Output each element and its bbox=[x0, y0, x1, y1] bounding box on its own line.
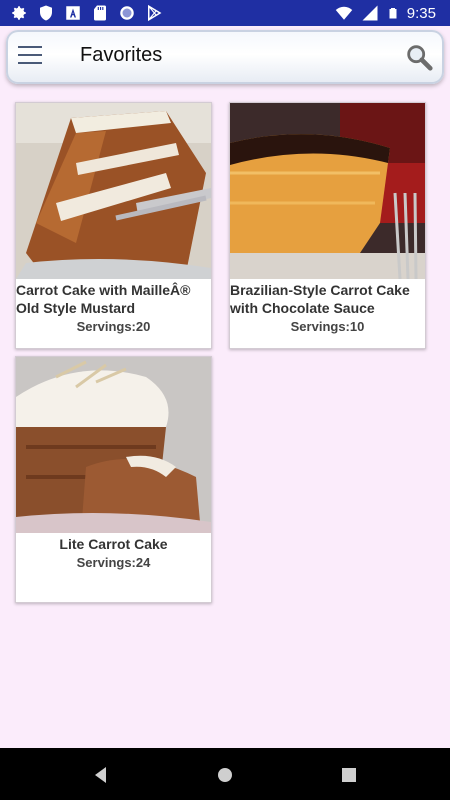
app-bar: Favorites bbox=[6, 30, 444, 84]
home-icon[interactable] bbox=[214, 764, 236, 786]
hamburger-menu-icon[interactable] bbox=[18, 46, 42, 66]
carrot-cake-slice-photo bbox=[16, 103, 211, 279]
clock: 9:35 bbox=[406, 4, 436, 22]
carrot-cupcake-photo bbox=[16, 357, 211, 533]
recipe-servings: Servings:20 bbox=[76, 319, 151, 334]
settings-icon bbox=[12, 6, 26, 20]
recipe-card[interactable]: Lite Carrot Cake Servings:24 bbox=[15, 356, 212, 603]
signal-icon bbox=[362, 5, 378, 21]
battery-icon bbox=[389, 8, 397, 19]
back-icon[interactable] bbox=[90, 764, 112, 786]
circle-icon bbox=[120, 6, 134, 20]
page-title: Favorites bbox=[80, 44, 163, 66]
recipe-card[interactable]: Brazilian-Style Carrot Cake with Chocola… bbox=[229, 102, 426, 349]
recipe-name: Lite Carrot Cake bbox=[59, 536, 168, 552]
play-store-icon bbox=[148, 4, 162, 22]
sd-card-icon bbox=[94, 5, 106, 21]
recipe-servings: Servings:24 bbox=[76, 555, 151, 570]
wifi-icon bbox=[335, 6, 353, 20]
status-bar: 9:35 bbox=[0, 0, 450, 26]
navigation-bar bbox=[0, 748, 450, 800]
a-box-icon bbox=[66, 6, 80, 20]
recipe-card[interactable]: Carrot Cake with MailleÂ® Old Style Must… bbox=[15, 102, 212, 349]
search-icon[interactable] bbox=[404, 42, 434, 72]
recents-icon[interactable] bbox=[338, 764, 360, 786]
brazilian-carrot-cake-photo bbox=[230, 103, 425, 279]
shield-icon bbox=[40, 5, 52, 21]
recipe-name: Brazilian-Style Carrot Cake with Chocola… bbox=[230, 282, 410, 316]
recipe-name: Carrot Cake with MailleÂ® Old Style Must… bbox=[16, 282, 191, 316]
recipe-servings: Servings:10 bbox=[290, 319, 365, 334]
